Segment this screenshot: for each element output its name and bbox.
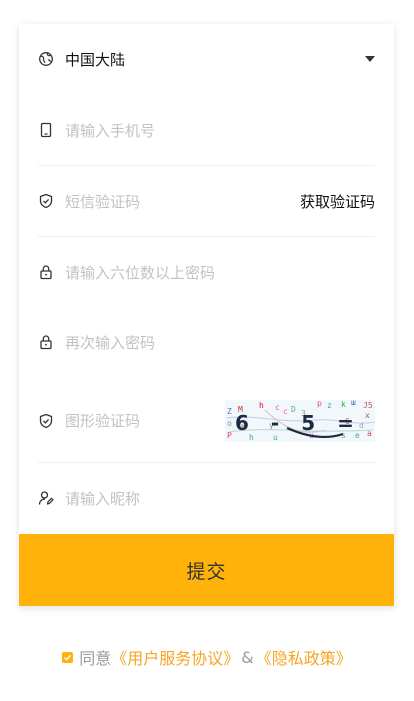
shield-icon xyxy=(38,413,54,429)
submit-button[interactable]: 提交 xyxy=(19,534,394,606)
svg-text:k: k xyxy=(341,400,346,409)
image-code-placeholder: 图形验证码 xyxy=(65,412,141,430)
svg-text:J5: J5 xyxy=(363,401,373,410)
lock-icon xyxy=(38,264,54,280)
captcha-text: 6-5= xyxy=(235,411,375,435)
agreement: 同意 《用户服务协议》 & 《隐私政策》 xyxy=(0,645,414,669)
shield-icon xyxy=(38,193,54,209)
phone-placeholder: 请输入手机号 xyxy=(65,121,156,140)
globe-icon xyxy=(38,51,54,67)
svg-text:o: o xyxy=(227,419,232,428)
nickname-placeholder: 请输入昵称 xyxy=(65,489,141,508)
check-icon xyxy=(64,654,72,661)
chevron-down-icon[interactable] xyxy=(365,56,375,62)
privacy-policy-link[interactable]: 《隐私政策》 xyxy=(256,645,352,669)
password-input[interactable]: 请输入六位数以上密码 xyxy=(38,237,375,307)
svg-text:ш: ш xyxy=(351,400,356,407)
svg-text:Z: Z xyxy=(227,407,232,416)
captcha-image[interactable]: Z M h c c D 3 p z k ш J5 x o b y 6 d P h… xyxy=(225,399,375,442)
phone-input[interactable]: 请输入手机号 xyxy=(38,95,375,166)
image-code-input[interactable]: 图形验证码 Z M h c c D 3 p z k ш J5 x o b y 6… xyxy=(38,379,375,463)
sms-code-placeholder: 短信验证码 xyxy=(65,192,141,211)
register-form-card: 中国大陆 请输入手机号 短信验证码 获取验证码 请输入六位数以上密码 再次输入密… xyxy=(19,24,394,606)
svg-text:h: h xyxy=(259,401,264,410)
user-agreement-link[interactable]: 《用户服务协议》 xyxy=(111,645,239,669)
lock-icon xyxy=(38,334,54,350)
agreement-prefix: 同意 xyxy=(79,649,112,668)
agreement-checkbox[interactable] xyxy=(62,651,74,663)
nickname-input[interactable]: 请输入昵称 xyxy=(38,463,375,533)
svg-text:p: p xyxy=(317,400,322,408)
register-page: 中国大陆 请输入手机号 短信验证码 获取验证码 请输入六位数以上密码 再次输入密… xyxy=(0,0,414,701)
user-edit-icon xyxy=(38,490,54,506)
password-placeholder: 请输入六位数以上密码 xyxy=(65,263,216,282)
agreement-amp: & xyxy=(241,647,254,667)
phone-icon xyxy=(38,122,54,138)
svg-text:z: z xyxy=(327,401,332,410)
sms-code-input[interactable]: 短信验证码 获取验证码 xyxy=(38,166,375,237)
get-sms-code-button[interactable]: 获取验证码 xyxy=(300,191,375,212)
password-confirm-placeholder: 再次输入密码 xyxy=(65,333,156,352)
password-confirm-input[interactable]: 再次输入密码 xyxy=(38,307,375,377)
region-value: 中国大陆 xyxy=(65,50,126,69)
region-select[interactable]: 中国大陆 xyxy=(38,24,375,94)
